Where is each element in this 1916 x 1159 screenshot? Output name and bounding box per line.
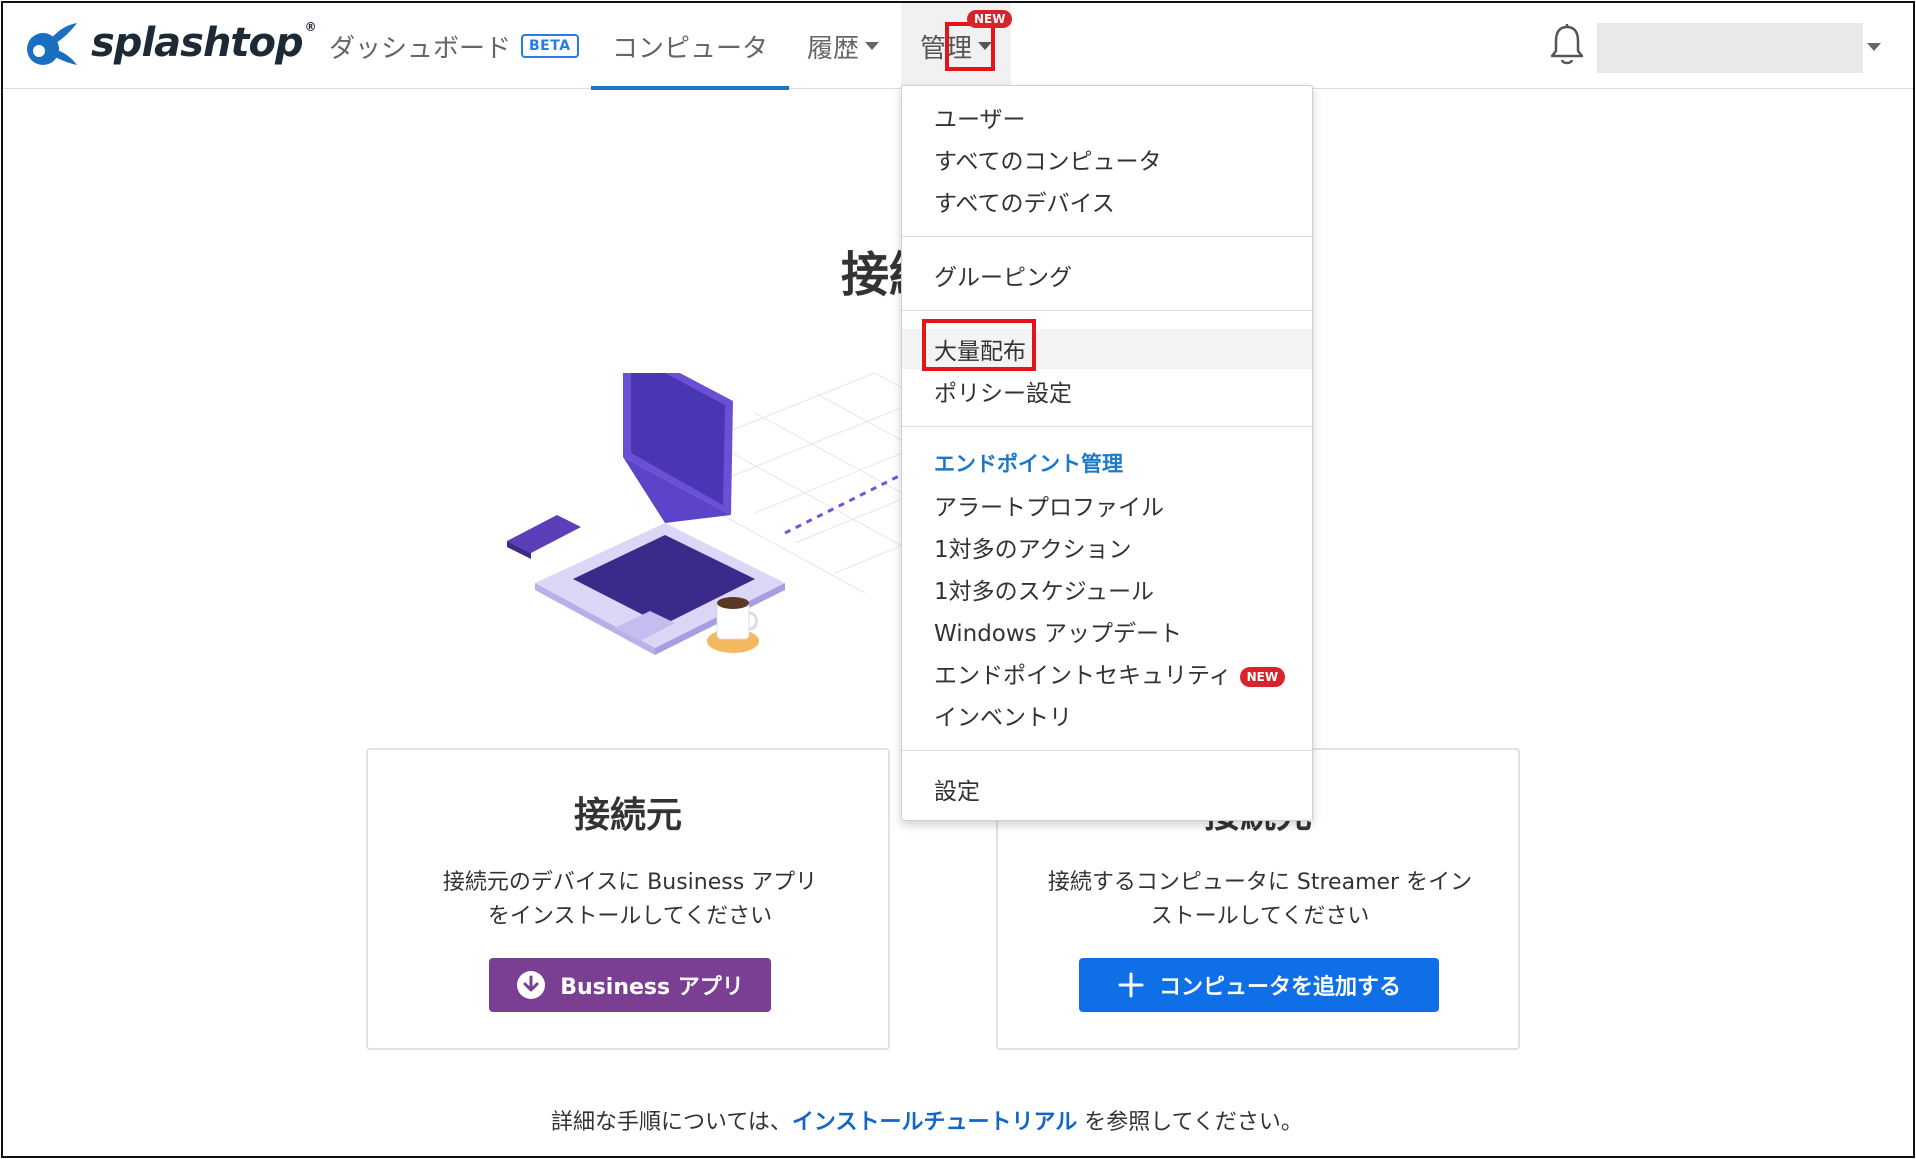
logo-wordmark: splashtop ® xyxy=(91,20,317,66)
bell-icon[interactable] xyxy=(1549,23,1585,67)
destination-card-description: 接続するコンピュータに Streamer をイン ストールしてください xyxy=(1047,870,1473,929)
menu-item-alert-profile[interactable]: アラートプロファイル xyxy=(934,488,1164,522)
menu-item-users[interactable]: ユーザー xyxy=(934,100,1026,134)
menu-item-windows-update[interactable]: Windows アップデート xyxy=(934,614,1182,648)
app-frame: splashtop ® ダッシュボード BETA コンピュータ 履歴 管理 NEW xyxy=(1,1,1915,1158)
menu-item-one-to-many-actions[interactable]: 1対多のアクション xyxy=(934,530,1131,564)
menu-item-policy-settings[interactable]: ポリシー設定 xyxy=(934,374,1072,408)
menu-item-endpoint-security[interactable]: エンドポイントセキュリティ NEW xyxy=(934,656,1286,690)
active-tab-underline xyxy=(591,86,789,90)
menu-item-all-devices[interactable]: すべてのデバイス xyxy=(934,184,1115,218)
nav-dashboard-label: ダッシュボード xyxy=(329,33,512,64)
menu-item-all-computers[interactable]: すべてのコンピュータ xyxy=(934,142,1161,176)
business-app-button-label: Business アプリ xyxy=(560,975,744,1000)
source-card: 接続元 接続元のデバイスに Business アプリ をインストールしてください… xyxy=(366,748,890,1050)
tutorial-footer: 詳細な手順については、インストールチュートリアル を参照してください。 xyxy=(551,1110,1303,1135)
endpoint-security-new-badge: NEW xyxy=(1239,666,1286,687)
mass-deployment-highlight-box xyxy=(922,319,1036,371)
user-account-field[interactable] xyxy=(1597,23,1863,73)
nav-dashboard[interactable]: ダッシュボード BETA xyxy=(329,3,579,89)
source-card-title: 接続元 xyxy=(573,795,682,836)
nav-computer[interactable]: コンピュータ xyxy=(591,3,789,90)
menu-divider xyxy=(902,750,1312,751)
business-app-download-button[interactable]: Business アプリ xyxy=(489,958,771,1012)
chevron-down-icon xyxy=(865,42,880,50)
manage-dropdown-menu: ユーザー すべてのコンピュータ すべてのデバイス グルーピング 大量配布 ポリシ… xyxy=(901,85,1313,821)
splashtop-logo[interactable]: splashtop ® xyxy=(23,15,317,71)
install-tutorial-link[interactable]: インストールチュートリアル xyxy=(792,1110,1077,1135)
menu-item-inventory[interactable]: インベントリ xyxy=(934,698,1072,732)
menu-divider xyxy=(902,236,1312,237)
menu-item-settings[interactable]: 設定 xyxy=(934,772,980,806)
beta-badge: BETA xyxy=(521,34,579,58)
source-card-description: 接続元のデバイスに Business アプリ をインストールしてください xyxy=(442,870,818,929)
top-navigation-bar: splashtop ® ダッシュボード BETA コンピュータ 履歴 管理 NEW xyxy=(3,3,1913,90)
menu-divider xyxy=(902,426,1312,427)
nav-computer-label: コンピュータ xyxy=(611,33,768,64)
add-computer-button-label: コンピュータを追加する xyxy=(1158,975,1401,1000)
menu-divider xyxy=(902,310,1312,311)
menu-item-grouping[interactable]: グルーピング xyxy=(934,258,1072,292)
menu-section-endpoint-management: エンドポイント管理 xyxy=(934,452,1123,476)
add-computer-button[interactable]: コンピュータを追加する xyxy=(1079,958,1439,1012)
user-menu-chevron-down-icon[interactable] xyxy=(1867,43,1881,51)
card-device-icon xyxy=(507,515,581,559)
nav-history[interactable]: 履歴 xyxy=(807,3,880,89)
plus-icon xyxy=(1118,972,1144,998)
splashtop-logo-icon xyxy=(27,23,77,65)
download-icon xyxy=(517,971,546,999)
manage-new-badge: NEW xyxy=(967,10,1013,28)
nav-history-label: 履歴 xyxy=(807,33,860,64)
menu-item-one-to-many-schedule[interactable]: 1対多のスケジュール xyxy=(934,572,1154,606)
manage-highlight-box xyxy=(945,22,995,71)
